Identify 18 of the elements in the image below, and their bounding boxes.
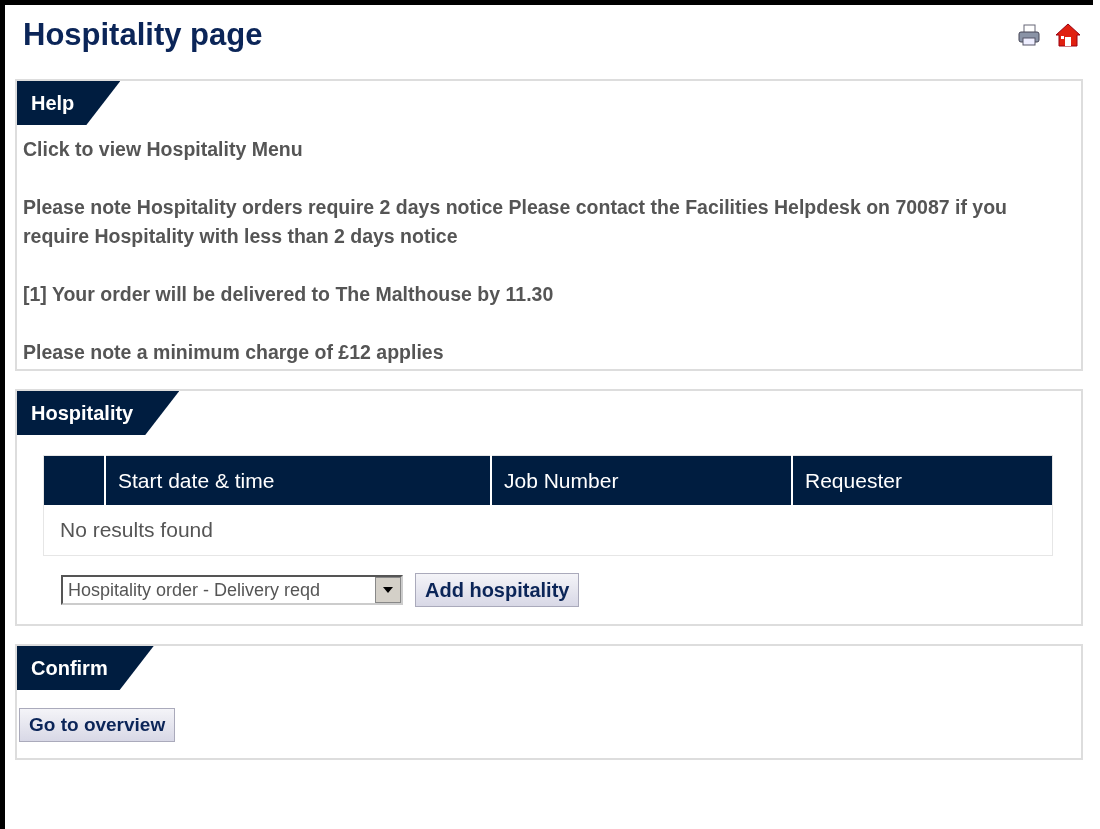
section-heading: Hospitality xyxy=(17,391,180,435)
empty-message: No results found xyxy=(43,505,1053,556)
add-hospitality-button[interactable]: Add hospitality xyxy=(415,573,580,607)
help-text: Click to view Hospitality Menu xyxy=(23,137,304,162)
column-header[interactable]: Requester xyxy=(792,455,1053,505)
section-heading: Help xyxy=(17,81,121,125)
order-type-dropdown[interactable]: Hospitality order - Delivery reqd xyxy=(61,575,403,605)
help-text: Please note a minimum charge of £12 applies xyxy=(23,340,445,365)
help-text: Please note Hospitality orders require 2 days notice Please contact the Facilities Helpdesk on 70087 if you require Hospitality with less than 2 days notice xyxy=(23,195,1009,249)
help-text: [1] Your order will be delivered to The Malthouse by 11.30 xyxy=(23,282,555,307)
section-heading: Confirm xyxy=(17,646,154,690)
column-header[interactable]: Job Number xyxy=(491,455,792,505)
home-icon[interactable] xyxy=(1055,22,1081,48)
page-title: Hospitality page xyxy=(23,17,263,53)
column-header[interactable]: Start date & time xyxy=(105,455,491,505)
go-to-overview-button[interactable]: Go to overview xyxy=(19,708,176,742)
caret-icon xyxy=(383,587,393,593)
printer-icon[interactable] xyxy=(1017,23,1041,47)
